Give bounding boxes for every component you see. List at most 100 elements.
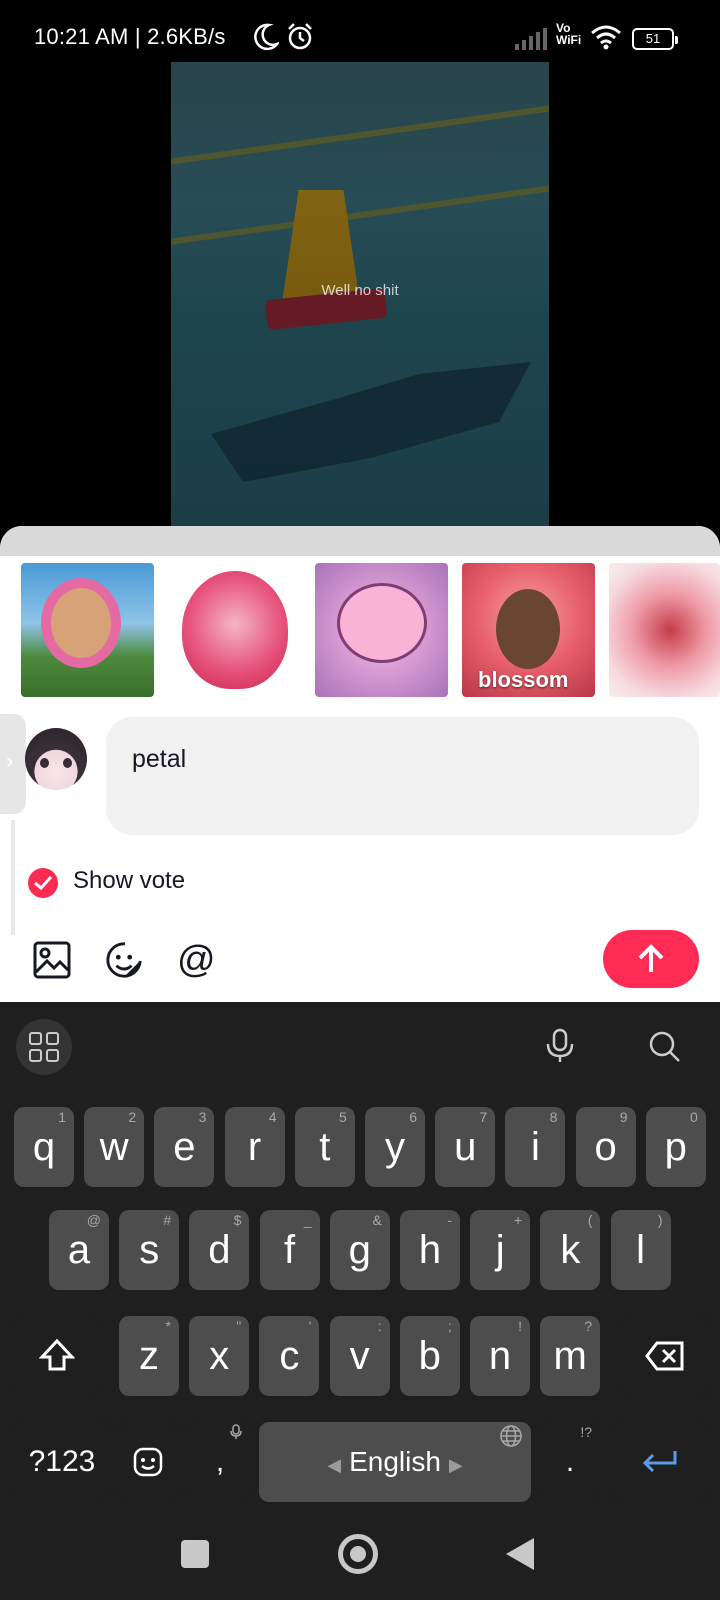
key-m[interactable]: m? bbox=[540, 1316, 601, 1396]
key-b[interactable]: b; bbox=[399, 1316, 460, 1396]
side-panel-handle[interactable] bbox=[0, 714, 26, 814]
key-j-label: j bbox=[495, 1228, 505, 1272]
key-z[interactable]: z * bbox=[119, 1316, 179, 1396]
avatar-eyes bbox=[40, 758, 72, 768]
key-q-label: q bbox=[32, 1125, 56, 1169]
key-s[interactable]: s # bbox=[119, 1210, 180, 1290]
search-icon[interactable] bbox=[648, 1030, 682, 1064]
key-a-hint: @ bbox=[86, 1212, 101, 1228]
key-e-label: e bbox=[173, 1125, 196, 1169]
key-d[interactable]: d $ bbox=[189, 1210, 250, 1290]
enter-key[interactable] bbox=[612, 1422, 708, 1502]
key-v[interactable]: v: bbox=[329, 1316, 390, 1396]
key-c[interactable]: c ' bbox=[259, 1316, 320, 1396]
emoji-key[interactable] bbox=[118, 1422, 178, 1502]
video-player[interactable]: Well no shit bbox=[171, 62, 549, 532]
recent-apps-button[interactable] bbox=[181, 1540, 209, 1568]
key-p-label: p bbox=[664, 1125, 687, 1169]
key-t-hint: 5 bbox=[339, 1109, 347, 1125]
key-l-label: l bbox=[636, 1228, 646, 1272]
sticker-label: blossom bbox=[478, 667, 569, 692]
key-a[interactable]: a @ bbox=[49, 1210, 109, 1290]
key-p[interactable]: p0 bbox=[645, 1107, 706, 1187]
sticker-face bbox=[51, 588, 111, 658]
apps-grid-icon[interactable] bbox=[16, 1019, 72, 1075]
key-l[interactable]: l) bbox=[610, 1210, 671, 1290]
key-g[interactable]: g & bbox=[329, 1210, 390, 1290]
image-icon[interactable] bbox=[32, 940, 72, 980]
key-c-label: c bbox=[279, 1334, 300, 1378]
period-key[interactable]: .!? bbox=[540, 1422, 600, 1502]
key-c-hint: ' bbox=[308, 1318, 312, 1334]
symbols-key-label: ?123 bbox=[28, 1445, 96, 1478]
key-y[interactable]: y6 bbox=[365, 1107, 425, 1187]
key-e[interactable]: e3 bbox=[154, 1107, 215, 1187]
video-caption: Well no shit bbox=[321, 282, 399, 299]
arrow-up-icon bbox=[638, 944, 664, 972]
key-q[interactable]: q1 bbox=[14, 1107, 74, 1187]
key-z-hint: * bbox=[165, 1318, 171, 1334]
key-u[interactable]: u7 bbox=[435, 1107, 496, 1187]
sticker-item[interactable] bbox=[21, 563, 154, 697]
key-i[interactable]: i8 bbox=[505, 1107, 566, 1187]
period-key-hint: !? bbox=[580, 1424, 592, 1440]
key-n[interactable]: n! bbox=[470, 1316, 530, 1396]
space-key-label: English bbox=[349, 1446, 441, 1477]
key-l-hint: ) bbox=[657, 1212, 663, 1228]
key-t[interactable]: t5 bbox=[294, 1107, 355, 1187]
sticker-item[interactable] bbox=[168, 563, 301, 697]
microphone-icon[interactable] bbox=[544, 1028, 576, 1064]
emoji-keyboard-icon bbox=[133, 1447, 163, 1477]
sticker-item[interactable] bbox=[315, 563, 448, 697]
key-x-hint: " bbox=[236, 1318, 242, 1334]
sticker-item[interactable]: blossom bbox=[462, 563, 595, 697]
key-k[interactable]: k( bbox=[540, 1210, 601, 1290]
sheet-header bbox=[0, 526, 720, 556]
emoji-icon[interactable] bbox=[104, 940, 144, 980]
backspace-icon bbox=[645, 1341, 684, 1371]
key-n-label: n bbox=[488, 1334, 512, 1378]
sticker-item[interactable] bbox=[609, 563, 720, 697]
comma-key[interactable]: , bbox=[190, 1422, 250, 1502]
key-o[interactable]: o9 bbox=[575, 1107, 636, 1187]
key-a-label: a bbox=[67, 1228, 91, 1272]
alarm-icon bbox=[288, 23, 312, 50]
key-o-label: o bbox=[594, 1125, 617, 1169]
symbols-key[interactable]: ?123 bbox=[14, 1422, 110, 1502]
key-h-label: h bbox=[418, 1228, 442, 1272]
key-o-hint: 9 bbox=[619, 1109, 628, 1125]
key-w[interactable]: w2 bbox=[84, 1107, 145, 1187]
key-x[interactable]: x " bbox=[189, 1316, 250, 1396]
show-vote-label: Show vote bbox=[73, 867, 186, 894]
key-k-hint: ( bbox=[587, 1212, 593, 1228]
key-r-hint: 4 bbox=[268, 1109, 277, 1125]
key-y-label: y bbox=[385, 1125, 405, 1169]
key-f[interactable]: f _ bbox=[259, 1210, 320, 1290]
key-f-hint: _ bbox=[303, 1212, 312, 1228]
comment-input[interactable]: petal bbox=[106, 717, 699, 835]
key-s-label: s bbox=[139, 1228, 160, 1272]
backspace-key[interactable] bbox=[622, 1316, 708, 1396]
key-y-hint: 6 bbox=[409, 1109, 417, 1125]
key-h[interactable]: h- bbox=[400, 1210, 460, 1290]
space-key[interactable]: ◀ English ▶ bbox=[259, 1422, 531, 1502]
avatar bbox=[25, 728, 87, 790]
key-j[interactable]: j + bbox=[470, 1210, 531, 1290]
battery-icon: 51 bbox=[632, 28, 678, 50]
home-button[interactable] bbox=[338, 1534, 378, 1574]
show-vote-checkbox[interactable] bbox=[28, 868, 58, 898]
signal-icon bbox=[515, 28, 547, 50]
send-button[interactable] bbox=[603, 930, 699, 988]
enter-icon bbox=[642, 1451, 677, 1473]
mention-icon[interactable]: @ bbox=[177, 940, 217, 980]
back-button[interactable] bbox=[506, 1538, 534, 1570]
key-d-label: d bbox=[208, 1228, 231, 1272]
key-d-hint: $ bbox=[233, 1212, 242, 1228]
key-v-label: v bbox=[349, 1334, 370, 1378]
key-v-hint: : bbox=[377, 1318, 382, 1334]
shift-key[interactable] bbox=[14, 1316, 100, 1396]
key-g-label: g bbox=[348, 1228, 371, 1272]
key-r[interactable]: r4 bbox=[224, 1107, 285, 1187]
comma-key-label: , bbox=[215, 1445, 225, 1478]
key-s-hint: # bbox=[163, 1212, 172, 1228]
